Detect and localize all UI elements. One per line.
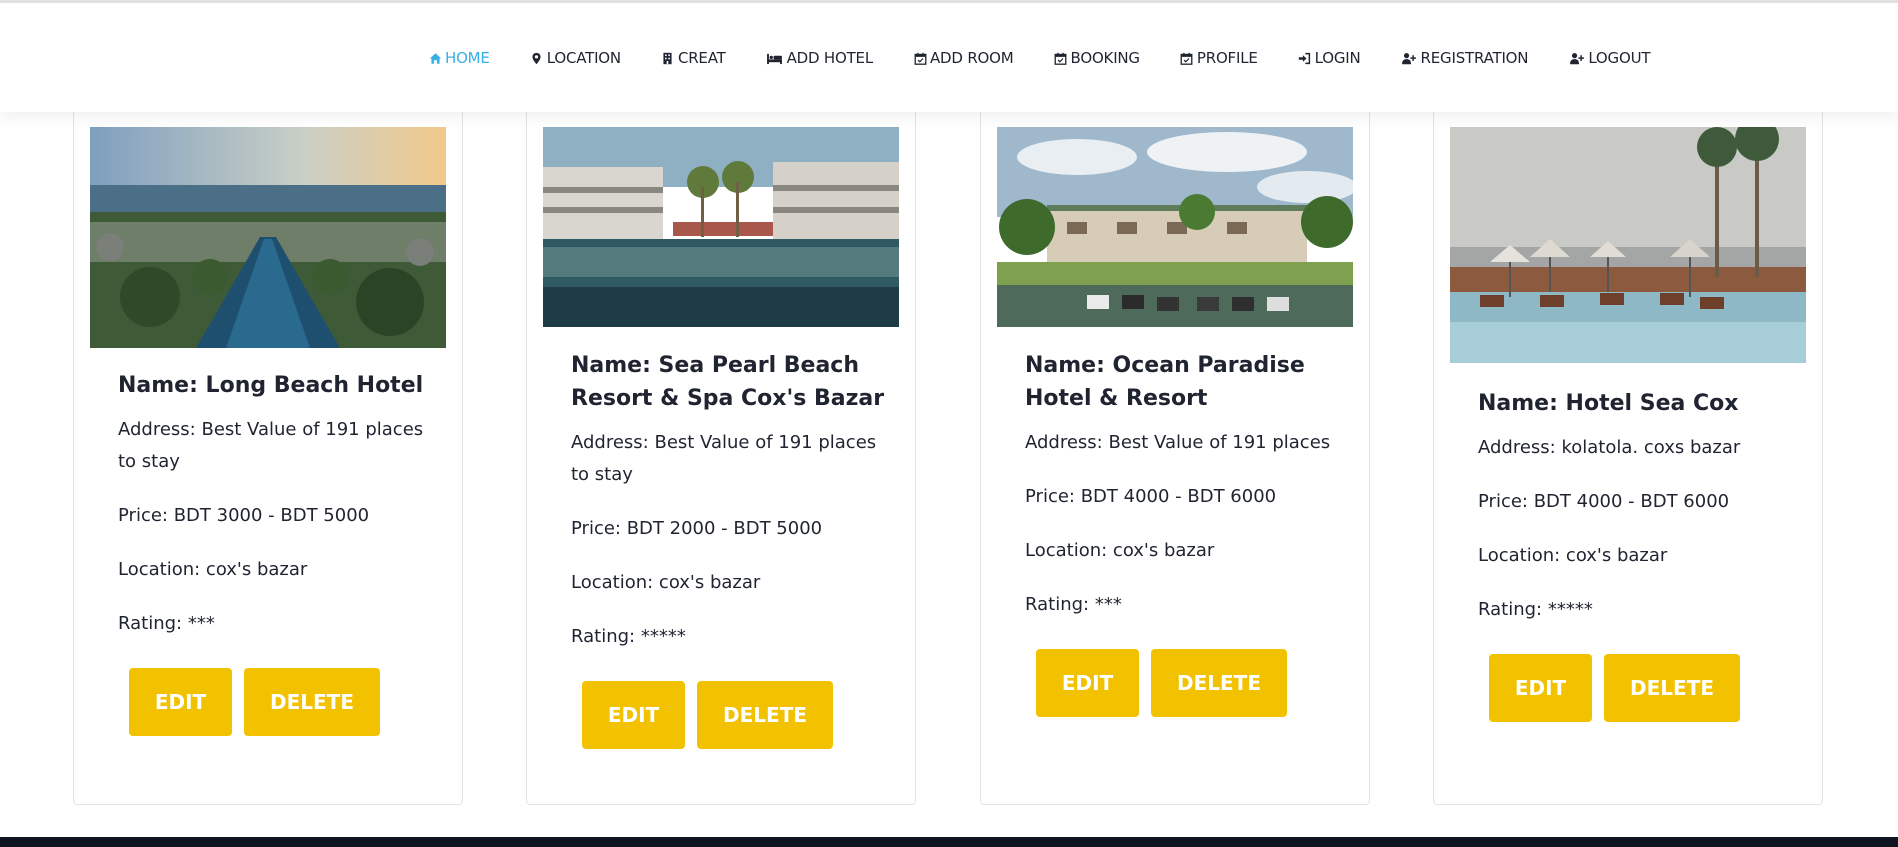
hotel-price: Price: BDT 3000 - BDT 5000 — [118, 505, 370, 526]
hotel-name: Name: Ocean Paradise Hotel & Resort — [1025, 353, 1305, 411]
nav-creat-label: CREAT — [677, 49, 726, 67]
sign-in-icon — [1298, 51, 1312, 65]
delete-button[interactable]: DELETE — [1151, 649, 1287, 717]
hotel-rating: Rating: ***** — [571, 626, 686, 647]
hotel-rating: Rating: ***** — [1478, 599, 1593, 620]
hotel-name: Name: Sea Pearl Beach Resort & Spa Cox's… — [571, 353, 885, 411]
hotel-location: Location: cox's bazar — [1025, 540, 1215, 561]
hotel-card: Name: Long Beach Hotel Address: Best Val… — [73, 60, 463, 805]
nav-logout-label: LOGOUT — [1588, 49, 1651, 67]
card-body: Name: Ocean Paradise Hotel & Resort Addr… — [1025, 349, 1341, 717]
edit-button[interactable]: EDIT — [129, 668, 232, 736]
hotel-location: Location: cox's bazar — [571, 572, 761, 593]
nav-location-label: LOCATION — [546, 49, 621, 67]
delete-button[interactable]: DELETE — [1604, 654, 1740, 722]
hotel-address: Address: Best Value of 191 places — [1025, 432, 1331, 453]
main-nav: HOME LOCATION CREAT ADD HOTEL ADD ROOM B… — [428, 49, 1651, 67]
nav-booking-label: BOOKING — [1070, 49, 1141, 67]
card-body: Name: Sea Pearl Beach Resort & Spa Cox's… — [571, 349, 887, 749]
hotel-card: Name: Sea Pearl Beach Resort & Spa Cox's… — [526, 60, 916, 805]
nav-registration[interactable]: REGISTRATION — [1401, 49, 1529, 67]
nav-home[interactable]: HOME — [428, 49, 490, 67]
nav-login[interactable]: LOGIN — [1298, 49, 1361, 67]
edit-button[interactable]: EDIT — [582, 681, 685, 749]
nav-registration-label: REGISTRATION — [1420, 49, 1529, 67]
nav-location[interactable]: LOCATION — [530, 49, 621, 67]
hotel-image — [997, 127, 1353, 327]
footer-bar — [0, 837, 1898, 847]
card-actions: EDIT DELETE — [129, 668, 434, 736]
hotel-card: Name: Hotel Sea Cox Address: kolatola. c… — [1433, 60, 1823, 805]
nav-add-room-label: ADD ROOM — [930, 49, 1014, 67]
hotel-image — [1450, 127, 1806, 363]
nav-login-label: LOGIN — [1314, 49, 1361, 67]
nav-home-label: HOME — [445, 49, 490, 67]
hotel-rating: Rating: *** — [1025, 594, 1122, 615]
card-actions: EDIT DELETE — [582, 681, 887, 749]
hotel-card: Name: Ocean Paradise Hotel & Resort Addr… — [980, 60, 1370, 805]
edit-button[interactable]: EDIT — [1036, 649, 1139, 717]
nav-logout[interactable]: LOGOUT — [1568, 49, 1651, 67]
hotel-rating: Rating: *** — [118, 613, 215, 634]
card-body: Name: Long Beach Hotel Address: Best Val… — [118, 369, 434, 736]
hotel-address: Address: Best Value of 191 places to sta… — [118, 419, 424, 472]
hotel-name: Name: Hotel Sea Cox — [1478, 391, 1739, 416]
nav-creat[interactable]: CREAT — [661, 49, 726, 67]
hotel-price: Price: BDT 2000 - BDT 5000 — [571, 518, 823, 539]
calendar-check-icon — [913, 51, 927, 65]
hotel-price: Price: BDT 4000 - BDT 6000 — [1025, 486, 1277, 507]
card-body: Name: Hotel Sea Cox Address: kolatola. c… — [1478, 387, 1794, 722]
hotel-address: Address: Best Value of 191 places to sta… — [571, 432, 877, 485]
hotel-price: Price: BDT 4000 - BDT 6000 — [1478, 491, 1730, 512]
hotel-image — [543, 127, 899, 327]
calendar-check-icon — [1054, 51, 1068, 65]
nav-add-hotel-label: ADD HOTEL — [786, 49, 874, 67]
home-icon — [428, 51, 442, 65]
hotel-location: Location: cox's bazar — [1478, 545, 1668, 566]
hotel-image — [90, 127, 446, 348]
hotel-location: Location: cox's bazar — [118, 559, 308, 580]
building-icon — [661, 51, 675, 65]
bed-icon — [766, 51, 784, 65]
user-plus-icon — [1401, 51, 1418, 65]
navbar: HOME LOCATION CREAT ADD HOTEL ADD ROOM B… — [0, 3, 1898, 112]
hotel-address: Address: kolatola. coxs bazar — [1478, 437, 1741, 458]
hotel-name: Name: Long Beach Hotel — [118, 373, 424, 398]
nav-add-hotel[interactable]: ADD HOTEL — [766, 49, 873, 67]
delete-button[interactable]: DELETE — [697, 681, 833, 749]
edit-button[interactable]: EDIT — [1489, 654, 1592, 722]
card-actions: EDIT DELETE — [1036, 649, 1341, 717]
nav-add-room[interactable]: ADD ROOM — [913, 49, 1014, 67]
delete-button[interactable]: DELETE — [244, 668, 380, 736]
nav-booking[interactable]: BOOKING — [1054, 49, 1140, 67]
map-marker-icon — [530, 51, 544, 65]
nav-profile-label: PROFILE — [1196, 49, 1258, 67]
calendar-check-icon — [1180, 51, 1194, 65]
user-plus-icon — [1568, 51, 1585, 65]
nav-profile[interactable]: PROFILE — [1180, 49, 1258, 67]
card-actions: EDIT DELETE — [1489, 654, 1794, 722]
